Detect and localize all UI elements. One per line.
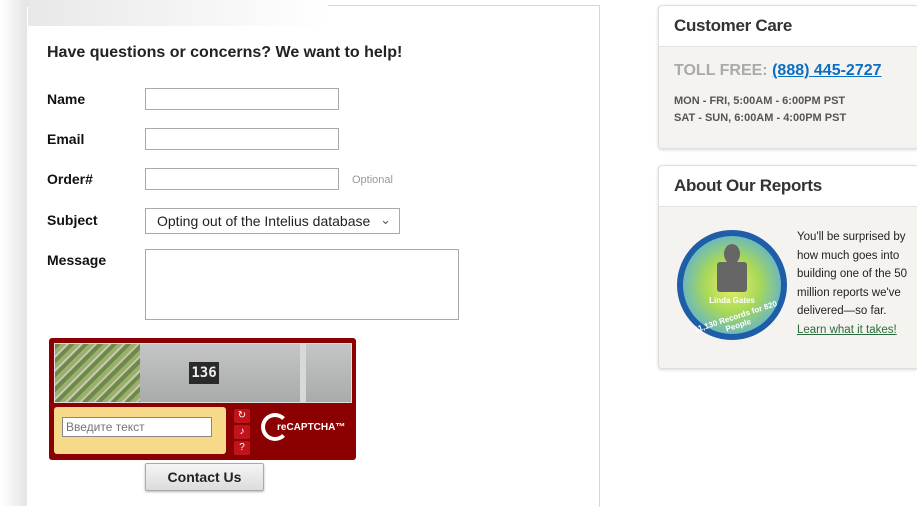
- recaptcha-logo: reCAPTCHA™: [261, 410, 351, 450]
- captcha-image-number: 136: [189, 362, 219, 384]
- captcha-image-foliage: [55, 344, 140, 402]
- hours-weekend: SAT - SUN, 6:00AM - 4:00PM PST: [674, 112, 847, 124]
- name-label: Name: [47, 91, 86, 107]
- message-textarea[interactable]: [145, 249, 459, 320]
- learn-more-link[interactable]: Learn what it takes!: [797, 324, 897, 336]
- audio-icon[interactable]: ♪: [234, 425, 250, 439]
- toll-free-line: TOLL FREE: (888) 445-2727: [674, 62, 882, 80]
- report-badge-image: Linda Gates 11,130 Records for 820 Peopl…: [677, 230, 787, 340]
- person-icon: [717, 244, 747, 294]
- recaptcha-widget: 136 ↻ ♪ ? reCAPTCHA™: [49, 338, 356, 460]
- toll-free-label: TOLL FREE:: [674, 62, 768, 79]
- name-input[interactable]: [145, 88, 339, 110]
- customer-care-title: Customer Care: [659, 6, 917, 47]
- hours-weekday: MON - FRI, 5:00AM - 6:00PM PST: [674, 95, 846, 107]
- captcha-image: 136: [54, 343, 352, 403]
- customer-care-card: Customer Care TOLL FREE: (888) 445-2727 …: [658, 5, 917, 149]
- captcha-input-box: [54, 407, 226, 454]
- about-reports-title: About Our Reports: [659, 166, 917, 207]
- about-reports-body: You'll be surprised by how much goes int…: [797, 231, 907, 318]
- about-reports-text: You'll be surprised by how much goes int…: [797, 228, 915, 340]
- captcha-image-post: [300, 344, 306, 402]
- subject-select[interactable]: Opting out of the Intelius database ⌄: [145, 208, 400, 234]
- subject-label: Subject: [47, 212, 98, 228]
- about-reports-card: About Our Reports Linda Gates 11,130 Rec…: [658, 165, 917, 369]
- form-heading: Have questions or concerns? We want to h…: [47, 44, 403, 61]
- person-body: [717, 262, 747, 292]
- message-label: Message: [47, 252, 107, 268]
- email-input[interactable]: [145, 128, 339, 150]
- header-fade: [28, 0, 328, 26]
- left-gutter: [0, 0, 28, 506]
- reload-icon[interactable]: ↻: [234, 409, 250, 423]
- recaptcha-logo-text: reCAPTCHA™: [277, 422, 346, 433]
- captcha-image-wall: [140, 344, 351, 402]
- chevron-down-icon: ⌄: [380, 212, 391, 227]
- order-input[interactable]: [145, 168, 339, 190]
- captcha-input[interactable]: [62, 417, 212, 437]
- order-label: Order#: [47, 171, 93, 187]
- contact-us-button[interactable]: Contact Us: [145, 463, 264, 491]
- subject-selected-value: Opting out of the Intelius database: [157, 213, 371, 229]
- email-label: Email: [47, 131, 85, 147]
- help-icon[interactable]: ?: [234, 441, 250, 455]
- toll-free-number-link[interactable]: (888) 445-2727: [772, 62, 881, 79]
- person-head: [724, 244, 740, 264]
- order-optional-hint: Optional: [352, 174, 393, 186]
